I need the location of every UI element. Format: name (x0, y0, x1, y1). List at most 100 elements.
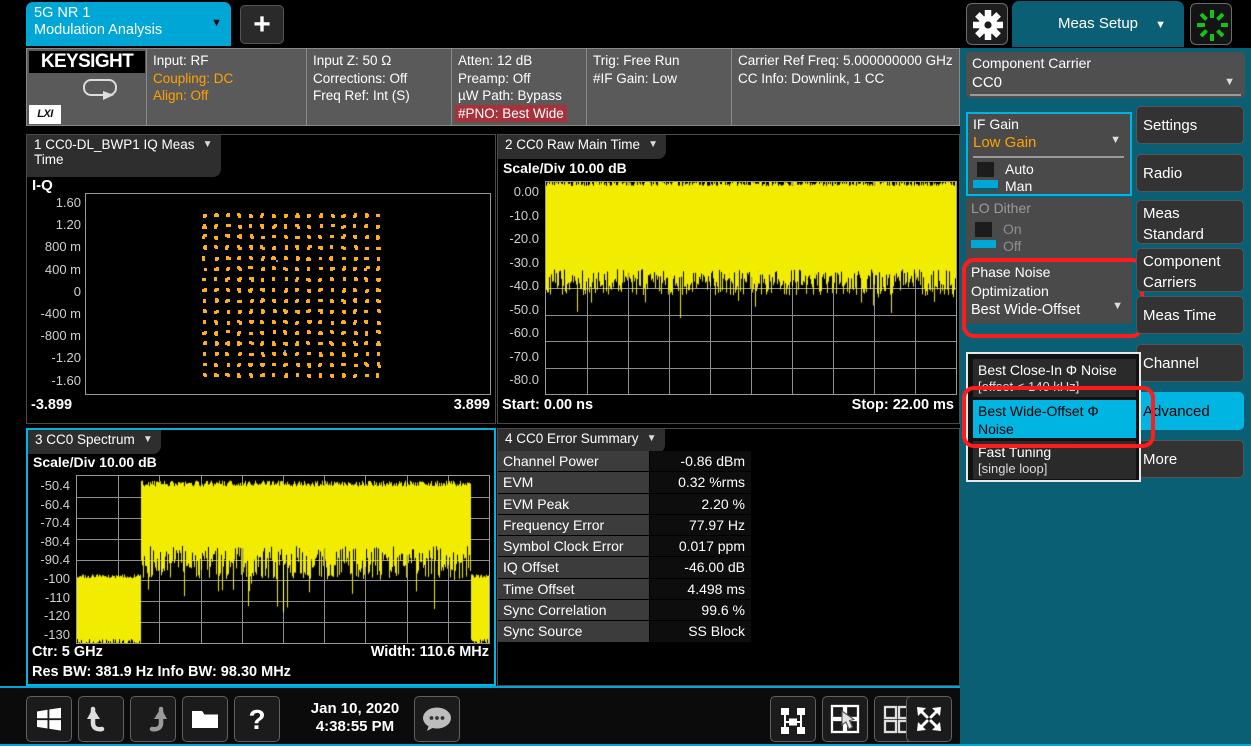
constellation-point (331, 375, 334, 378)
constellation-point (377, 257, 380, 260)
trace-3-header[interactable]: 3 CC0 Spectrum ▼ (28, 430, 161, 454)
if-gain-block[interactable]: IF Gain Low Gain ▼ Auto Man (966, 112, 1132, 196)
constellation-point (249, 266, 252, 269)
help-icon[interactable]: ? (234, 696, 280, 742)
row-value: 99.6 % (650, 600, 751, 621)
constellation-point (354, 364, 357, 367)
meas-setup-button-channel[interactable]: Channel (1136, 344, 1244, 382)
constellation-point (364, 320, 367, 323)
axis-tick-label: -120 (44, 608, 70, 623)
constellation-point (250, 235, 253, 238)
trace-1-footer-left: -3.899 (31, 397, 72, 413)
meas-setup-button-advanced[interactable]: Advanced (1136, 392, 1244, 430)
constellation-point (307, 300, 310, 303)
constellation-point (307, 268, 310, 271)
svg-text:?: ? (248, 704, 265, 735)
chevron-down-icon[interactable]: ▼ (203, 139, 213, 150)
meas-setup-button-radio[interactable]: Radio (1136, 154, 1244, 192)
constellation-point (225, 278, 228, 281)
constellation-point (319, 267, 322, 270)
status-line: Align: Off (153, 87, 300, 105)
tab-5g-nr-modulation-analysis[interactable]: 5G NR 1 Modulation Analysis ▼ (26, 2, 231, 46)
trace-1-iq-meas-time[interactable]: 1 CC0-DL_BWP1 IQ Meas Time ▼ I-Q 1.60 1.2… (26, 134, 496, 424)
if-gain-option-man[interactable]: Man (1005, 178, 1032, 194)
trace-1-format-label: I-Q (32, 177, 53, 194)
select-pane-icon[interactable] (822, 696, 868, 742)
constellation-point (320, 311, 323, 314)
chevron-down-icon[interactable]: ▼ (1155, 1, 1166, 49)
phase-noise-optimization-block[interactable]: Phase Noise Optimization Best Wide-Offse… (966, 262, 1132, 324)
constellation-point (226, 224, 229, 227)
constellation-point (215, 364, 218, 367)
chevron-down-icon[interactable]: ▼ (1112, 300, 1123, 312)
trace-2-header[interactable]: 2 CC0 Raw Main Time ▼ (498, 135, 666, 159)
dropdown-option-1[interactable]: Best Close-In Φ Noise[offset < 140 kHz] (973, 359, 1136, 397)
constellation-point (354, 374, 357, 377)
constellation-point (341, 246, 344, 249)
chevron-down-icon[interactable]: ▼ (647, 433, 657, 444)
chevron-down-icon[interactable]: ▼ (143, 434, 153, 445)
trace-4-error-summary[interactable]: 4 CC0 Error Summary ▼ Channel Power-0.86… (497, 428, 960, 686)
constellation-point (319, 375, 322, 378)
redo-icon[interactable] (130, 696, 176, 742)
constellation-point (353, 310, 356, 313)
trace-3-spectrum[interactable]: 3 CC0 Spectrum ▼ Scale/Div 10.00 dB -50.… (26, 428, 496, 686)
table-row: Frequency Error77.97 Hz (498, 515, 751, 536)
add-tab-button[interactable]: + (240, 5, 284, 44)
constellation-point (203, 224, 206, 227)
constellation-point (238, 290, 241, 293)
phase-noise-dropdown[interactable]: Best Close-In Φ Noise[offset < 140 kHz]B… (966, 352, 1141, 482)
dropdown-option-3[interactable]: Fast Tuning[single loop] (973, 441, 1136, 479)
axis-tick-label: 1.20 (56, 217, 81, 232)
status-bar: KEYSIGHT LXI Input: RF Coupling: DC Alig… (26, 48, 960, 126)
axis-tick-label: 1.60 (56, 195, 81, 210)
gear-icon[interactable] (966, 3, 1008, 45)
constellation-point (296, 277, 299, 280)
constellation-point (342, 215, 345, 218)
component-carrier-field[interactable]: Component Carrier CC0 ▼ (966, 52, 1245, 98)
meas-setup-button-component-carriers[interactable]: ComponentCarriers (1136, 248, 1244, 292)
trace-4-header[interactable]: 4 CC0 Error Summary ▼ (498, 429, 665, 453)
constellation-point (342, 331, 345, 334)
plus-icon: + (253, 10, 271, 40)
speech-bubble-icon[interactable] (414, 696, 460, 742)
trace-3-scale-div: Scale/Div 10.00 dB (33, 454, 157, 470)
gear-glyph (967, 4, 1009, 46)
meas-setup-button-meas-time[interactable]: Meas Time (1136, 296, 1244, 334)
if-gain-auto-indicator[interactable] (977, 162, 994, 177)
constellation-point (377, 214, 380, 217)
meas-setup-button-settings[interactable]: Settings (1136, 106, 1244, 144)
fullscreen-icon[interactable] (906, 696, 952, 742)
dropdown-option-2[interactable]: Best Wide-Offset Φ Noise[offset > 160 kH… (973, 400, 1136, 438)
meas-setup-tab[interactable]: Meas Setup ▼ (1012, 1, 1184, 47)
constellation-point (227, 267, 230, 270)
trace-2-raw-main-time[interactable]: 2 CC0 Raw Main Time ▼ Scale/Div 10.00 dB… (497, 134, 960, 424)
meas-setup-button-more[interactable]: More (1136, 440, 1244, 478)
undo-icon[interactable] (78, 696, 124, 742)
chevron-down-icon[interactable]: ▼ (1224, 76, 1235, 88)
trace-2-title: 2 CC0 Raw Main Time (505, 137, 640, 152)
constellation-point (331, 235, 334, 238)
chevron-down-icon[interactable]: ▼ (211, 17, 222, 29)
axis-tick-label: -70.4 (40, 515, 70, 530)
button-label: Settings (1143, 107, 1243, 145)
chevron-down-icon[interactable]: ▼ (648, 139, 658, 150)
windows-icon[interactable] (26, 696, 72, 742)
constellation-point (202, 236, 205, 239)
folder-icon[interactable] (182, 696, 228, 742)
constellation-point (355, 246, 358, 249)
constellation-point (273, 330, 276, 333)
network-icon[interactable] (770, 696, 816, 742)
trace-1-header[interactable]: 1 CC0-DL_BWP1 IQ Meas Time ▼ (27, 135, 221, 177)
constellation-point (225, 342, 228, 345)
constellation-point (331, 353, 334, 356)
constellation-point (204, 374, 207, 377)
axis-tick-label: -800 m (41, 328, 81, 343)
measuring-indicator-icon[interactable] (1190, 3, 1232, 45)
chevron-down-icon[interactable]: ▼ (1110, 134, 1121, 146)
meas-setup-button-meas-standard[interactable]: MeasStandard (1136, 200, 1244, 244)
if-gain-option-auto[interactable]: Auto (1005, 161, 1034, 177)
table-row: Sync Correlation99.6 % (498, 600, 751, 621)
constellation-point (295, 245, 298, 248)
if-gain-man-indicator[interactable] (973, 180, 998, 188)
